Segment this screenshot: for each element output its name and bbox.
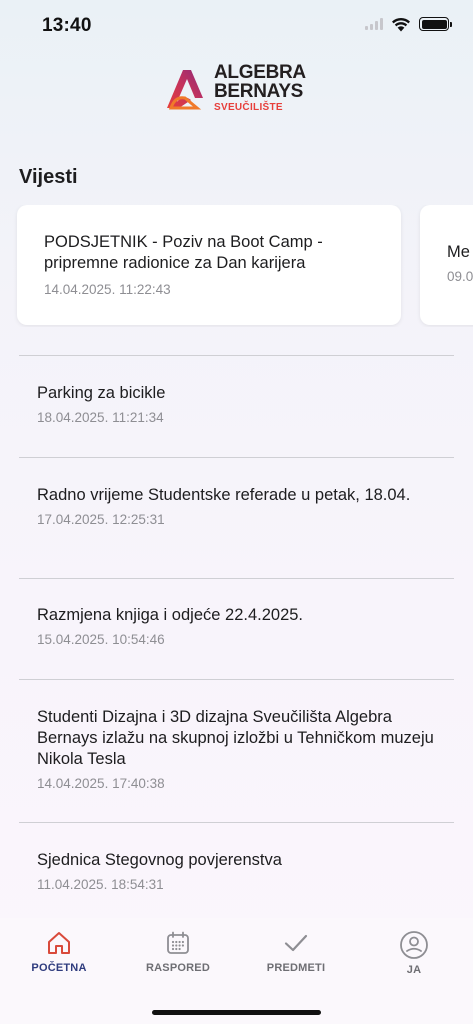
section-title: Vijesti xyxy=(19,166,78,188)
checkmark-icon xyxy=(284,934,308,952)
news-date: 17.04.2025. 12:25:31 xyxy=(37,512,165,527)
tab-label: POČETNA xyxy=(31,962,87,974)
logo-text: ALGEBRA BERNAYS SVEUČILIŠTE xyxy=(214,63,306,113)
signal-icon xyxy=(365,18,383,30)
calendar-icon xyxy=(167,931,189,954)
brand-logo: ALGEBRA BERNAYS SVEUČILIŠTE xyxy=(163,63,306,113)
featured-news-card[interactable]: Me 09.0 xyxy=(420,205,473,325)
bottom-tab-bar: POČETNA RASPORED PREDMETI JA xyxy=(0,918,473,1024)
home-icon xyxy=(48,932,70,954)
battery-icon xyxy=(419,17,452,31)
news-title: Studenti Dizajna i 3D dizajna Sveučilišt… xyxy=(37,708,434,768)
news-title: Parking za bicikle xyxy=(37,384,166,402)
news-date: 14.04.2025. 17:40:38 xyxy=(37,776,165,791)
news-date: 18.04.2025. 11:21:34 xyxy=(37,410,164,425)
tab-predmeti[interactable]: PREDMETI xyxy=(251,930,341,974)
home-indicator xyxy=(152,1010,321,1015)
logo-line-2: BERNAYS xyxy=(214,81,304,102)
news-list-item[interactable]: Parking za bicikle 18.04.2025. 11:21:34 xyxy=(19,355,454,457)
algebra-logo-icon xyxy=(167,70,203,110)
status-bar: 13:40 xyxy=(0,0,473,54)
logo-line-3: SVEUČILIŠTE xyxy=(214,102,283,113)
wifi-icon xyxy=(392,17,410,32)
featured-news-card[interactable]: PODSJETNIK - Poziv na Boot Camp - pripre… xyxy=(17,205,401,325)
news-title: Razmjena knjiga i odjeće 22.4.2025. xyxy=(37,606,304,624)
news-date: 15.04.2025. 10:54:46 xyxy=(37,632,165,647)
news-list-item[interactable]: Studenti Dizajna i 3D dizajna Sveučilišt… xyxy=(19,679,454,822)
tab-label: RASPORED xyxy=(146,962,210,974)
news-date: 11.04.2025. 18:54:31 xyxy=(37,877,164,892)
featured-news-title: Me xyxy=(447,243,470,261)
status-time: 13:40 xyxy=(42,15,92,36)
featured-news-date: 14.04.2025. 11:22:43 xyxy=(44,282,171,297)
featured-news-date: 09.0 xyxy=(447,269,473,284)
tab-label: PREDMETI xyxy=(266,962,326,974)
profile-icon xyxy=(400,931,428,959)
news-title: Radno vrijeme Studentske referade u peta… xyxy=(37,486,411,504)
tab-ja[interactable]: JA xyxy=(369,930,459,976)
featured-news-title: PODSJETNIK - Poziv na Boot Camp - pripre… xyxy=(44,233,323,272)
news-list-item[interactable]: Radno vrijeme Studentske referade u peta… xyxy=(19,457,454,578)
tab-raspored[interactable]: RASPORED xyxy=(133,930,223,974)
featured-news-carousel[interactable]: PODSJETNIK - Poziv na Boot Camp - pripre… xyxy=(0,205,473,327)
news-list: Parking za bicikle 18.04.2025. 11:21:34 … xyxy=(19,355,454,902)
news-list-item[interactable]: Sjednica Stegovnog povjerenstva 11.04.20… xyxy=(19,822,454,902)
status-icons xyxy=(365,16,452,32)
tab-label: JA xyxy=(406,964,422,976)
news-list-item[interactable]: Razmjena knjiga i odjeće 22.4.2025. 15.0… xyxy=(19,578,454,679)
tab-pocetna[interactable]: POČETNA xyxy=(14,930,104,974)
logo-line-1: ALGEBRA xyxy=(214,62,306,83)
news-title: Sjednica Stegovnog povjerenstva xyxy=(37,851,282,869)
